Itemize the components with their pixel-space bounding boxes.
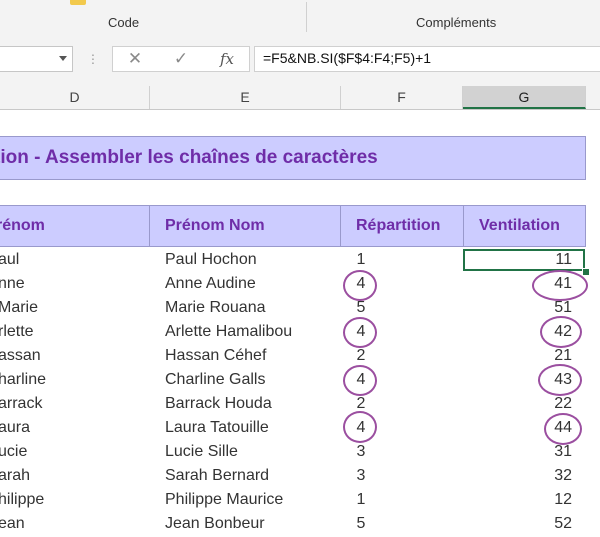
cell-prenom[interactable]: arah bbox=[0, 467, 30, 485]
cell-prenom-nom[interactable]: Barrack Houda bbox=[165, 395, 272, 413]
ribbon: Code Compléments bbox=[0, 0, 600, 35]
macro-icon[interactable] bbox=[70, 0, 86, 5]
cell-ventilation[interactable]: 42 bbox=[520, 323, 572, 341]
active-cell-selection[interactable] bbox=[463, 249, 585, 271]
column-header-e[interactable]: E bbox=[150, 86, 341, 109]
cell-repartition[interactable]: 3 bbox=[356, 467, 366, 485]
cell-prenom-nom[interactable]: Anne Audine bbox=[165, 275, 256, 293]
header-separator bbox=[463, 206, 464, 246]
column-headers: D E F G bbox=[0, 86, 600, 110]
cancel-icon[interactable]: ✕ bbox=[117, 47, 153, 71]
header-repartition[interactable]: Répartition bbox=[356, 206, 440, 246]
column-header-d[interactable]: D bbox=[0, 86, 150, 109]
sheet-title: tion - Assembler les chaînes de caractèr… bbox=[0, 147, 378, 168]
table-row: hilippe Philippe Maurice 1 12 bbox=[0, 489, 600, 513]
cell-repartition[interactable]: 3 bbox=[356, 443, 366, 461]
cell-ventilation[interactable]: 21 bbox=[520, 347, 572, 365]
cell-prenom[interactable]: harline bbox=[0, 371, 46, 389]
grip-icon[interactable]: · · · bbox=[90, 47, 96, 69]
table-row: rlette Arlette Hamalibou 4 42 bbox=[0, 321, 600, 345]
cell-ventilation[interactable]: 52 bbox=[520, 515, 572, 533]
table-row: ucie Lucie Sille 3 31 bbox=[0, 441, 600, 465]
cell-ventilation[interactable]: 51 bbox=[520, 299, 572, 317]
cell-prenom[interactable]: assan bbox=[0, 347, 41, 365]
header-separator bbox=[340, 206, 341, 246]
cell-prenom[interactable]: arrack bbox=[0, 395, 42, 413]
table-row: aura Laura Tatouille 4 44 bbox=[0, 417, 600, 441]
cell-ventilation[interactable]: 32 bbox=[520, 467, 572, 485]
table-row: Marie Marie Rouana 5 51 bbox=[0, 297, 600, 321]
cell-repartition[interactable]: 4 bbox=[356, 323, 366, 341]
ribbon-group-code: Code bbox=[108, 15, 140, 30]
cell-prenom[interactable]: nne bbox=[0, 275, 25, 293]
cell-repartition[interactable]: 2 bbox=[356, 347, 366, 365]
cell-prenom-nom[interactable]: Arlette Hamalibou bbox=[165, 323, 292, 341]
cell-prenom[interactable]: aul bbox=[0, 251, 19, 269]
cell-ventilation[interactable]: 22 bbox=[520, 395, 572, 413]
cell-prenom-nom[interactable]: Laura Tatouille bbox=[165, 419, 269, 437]
fill-handle[interactable] bbox=[582, 268, 590, 276]
header-ventilation[interactable]: Ventilation bbox=[479, 206, 560, 246]
cell-repartition[interactable]: 5 bbox=[356, 515, 366, 533]
cell-prenom-nom[interactable]: Marie Rouana bbox=[165, 299, 266, 317]
ribbon-group-complements: Compléments bbox=[416, 15, 497, 30]
table-row: harline Charline Galls 4 43 bbox=[0, 369, 600, 393]
enter-icon[interactable]: ✓ bbox=[163, 47, 199, 71]
formula-input[interactable]: =F5&NB.SI($F$4:F4;F5)+1 bbox=[254, 46, 600, 72]
table-row: arah Sarah Bernard 3 32 bbox=[0, 465, 600, 489]
cell-prenom[interactable]: ucie bbox=[0, 443, 27, 461]
cell-ventilation[interactable]: 43 bbox=[520, 371, 572, 389]
cell-ventilation[interactable]: 41 bbox=[520, 275, 572, 293]
formula-bar: · · · ✕ ✓ fx =F5&NB.SI($F$4:F4;F5)+1 bbox=[0, 34, 600, 87]
cell-repartition[interactable]: 1 bbox=[356, 491, 366, 509]
header-separator bbox=[149, 206, 150, 246]
header-prenom-nom[interactable]: Prénom Nom bbox=[165, 206, 265, 246]
cell-prenom-nom[interactable]: Sarah Bernard bbox=[165, 467, 269, 485]
table-row: arrack Barrack Houda 2 22 bbox=[0, 393, 600, 417]
cell-repartition[interactable]: 4 bbox=[356, 371, 366, 389]
cell-ventilation[interactable]: 12 bbox=[520, 491, 572, 509]
formula-text: =F5&NB.SI($F$4:F4;F5)+1 bbox=[263, 50, 432, 66]
cell-ventilation[interactable]: 31 bbox=[520, 443, 572, 461]
sheet-title-cell[interactable]: tion - Assembler les chaînes de caractèr… bbox=[0, 136, 586, 180]
column-header-g[interactable]: G bbox=[463, 86, 586, 109]
chevron-down-icon[interactable] bbox=[59, 56, 67, 61]
name-box[interactable] bbox=[0, 46, 73, 72]
column-header-f[interactable]: F bbox=[341, 86, 463, 109]
cell-prenom-nom[interactable]: Philippe Maurice bbox=[165, 491, 283, 509]
ribbon-group-separator bbox=[306, 2, 307, 32]
header-prenom[interactable]: rénom bbox=[0, 206, 45, 246]
cell-repartition[interactable]: 4 bbox=[356, 419, 366, 437]
cell-prenom-nom[interactable]: Jean Bonbeur bbox=[165, 515, 265, 533]
table-row: assan Hassan Céhef 2 21 bbox=[0, 345, 600, 369]
table-row: ean Jean Bonbeur 5 52 bbox=[0, 513, 600, 537]
cell-prenom-nom[interactable]: Paul Hochon bbox=[165, 251, 257, 269]
cell-repartition[interactable]: 1 bbox=[356, 251, 366, 269]
cell-prenom[interactable]: rlette bbox=[0, 323, 34, 341]
cell-ventilation[interactable]: 44 bbox=[520, 419, 572, 437]
cell-prenom-nom[interactable]: Lucie Sille bbox=[165, 443, 238, 461]
cell-repartition[interactable]: 5 bbox=[356, 299, 366, 317]
cell-prenom[interactable]: Marie bbox=[0, 299, 38, 317]
table-header-row: rénom Prénom Nom Répartition Ventilation bbox=[0, 205, 586, 247]
cell-repartition[interactable]: 2 bbox=[356, 395, 366, 413]
formula-buttons: ✕ ✓ fx bbox=[112, 46, 250, 72]
cell-prenom[interactable]: hilippe bbox=[0, 491, 44, 509]
cell-prenom-nom[interactable]: Charline Galls bbox=[165, 371, 265, 389]
cell-prenom-nom[interactable]: Hassan Céhef bbox=[165, 347, 266, 365]
cell-prenom[interactable]: aura bbox=[0, 419, 30, 437]
table-row: nne Anne Audine 4 41 bbox=[0, 273, 600, 297]
insert-function-icon[interactable]: fx bbox=[209, 47, 245, 71]
cell-repartition[interactable]: 4 bbox=[356, 275, 366, 293]
cell-prenom[interactable]: ean bbox=[0, 515, 25, 533]
